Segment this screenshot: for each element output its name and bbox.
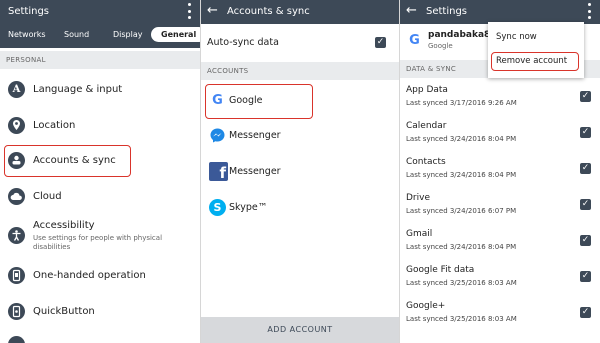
- menu-item-sync-now[interactable]: Sync now: [496, 32, 537, 42]
- sync-checkbox[interactable]: ✓: [580, 271, 591, 282]
- sync-item-title: Google Fit data: [406, 265, 475, 275]
- sync-item-last-synced: Last synced 3/24/2016 8:04 PM: [406, 243, 517, 251]
- settings-item-location[interactable]: Location: [0, 113, 200, 139]
- settings-tabs: Networks Sound Display General: [0, 24, 200, 48]
- settings-item-accounts-sync[interactable]: Accounts & sync: [0, 148, 200, 174]
- sync-item-google-fit[interactable]: Google Fit data Last synced 3/25/2016 8:…: [400, 262, 600, 296]
- account-google[interactable]: G Google: [201, 88, 399, 114]
- account-sync-detail-panel: ← Settings G pandabaka8 Google DATA & SY…: [400, 0, 600, 343]
- sync-item-last-synced: Last synced 3/24/2016 6:07 PM: [406, 207, 517, 215]
- more-options-icon[interactable]: [588, 3, 592, 19]
- section-header-accounts: ACCOUNTS: [201, 62, 399, 80]
- add-account-button[interactable]: ADD ACCOUNT: [201, 317, 399, 343]
- account-label: Google: [229, 95, 263, 106]
- settings-item-accessibility[interactable]: Accessibility Use settings for people wi…: [0, 217, 200, 263]
- sync-checkbox[interactable]: ✓: [580, 91, 591, 102]
- account-label: Messenger: [229, 166, 281, 177]
- sync-item-title: Google+: [406, 301, 446, 311]
- cloud-icon: [8, 188, 25, 205]
- settings-item-language[interactable]: A Language & input: [0, 77, 200, 103]
- auto-sync-row[interactable]: Auto-sync data ✓: [201, 28, 399, 58]
- more-options-icon[interactable]: [188, 3, 192, 19]
- section-header-personal: PERSONAL: [0, 51, 200, 69]
- account-detail-header: ← Settings: [400, 0, 600, 24]
- page-title: Accounts & sync: [227, 6, 310, 17]
- accounts-sync-panel: ← Accounts & sync Auto-sync data ✓ ACCOU…: [201, 0, 400, 343]
- settings-item-label: Cloud: [33, 191, 62, 202]
- back-arrow-icon[interactable]: ←: [207, 3, 218, 19]
- tab-general[interactable]: General: [151, 27, 200, 42]
- account-label: Messenger: [229, 130, 281, 141]
- settings-item-quickbutton[interactable]: QuickButton: [0, 299, 200, 325]
- sync-item-google-plus[interactable]: Google+ Last synced 3/25/2016 8:03 AM ✓: [400, 298, 600, 332]
- quickbutton-icon: [8, 303, 25, 320]
- facebook-icon: f: [209, 162, 228, 182]
- overflow-menu: Sync now Remove account: [488, 22, 584, 78]
- sync-item-title: Calendar: [406, 121, 447, 131]
- google-icon: G: [409, 33, 420, 48]
- settings-item-label: Accounts & sync: [33, 155, 116, 166]
- settings-item-description: Use settings for people with physical di…: [33, 234, 163, 251]
- menu-item-remove-account[interactable]: Remove account: [496, 56, 567, 66]
- settings-item-cloud[interactable]: Cloud: [0, 184, 200, 210]
- tab-display[interactable]: Display: [113, 30, 143, 39]
- sync-checkbox[interactable]: ✓: [580, 235, 591, 246]
- sync-item-app-data[interactable]: App Data Last synced 3/17/2016 9:26 AM ✓: [400, 82, 600, 116]
- sync-checkbox[interactable]: ✓: [580, 163, 591, 174]
- account-name: pandabaka8: [428, 30, 491, 40]
- tab-networks[interactable]: Networks: [8, 30, 46, 39]
- sync-item-calendar[interactable]: Calendar Last synced 3/24/2016 8:04 PM ✓: [400, 118, 600, 152]
- sync-item-title: Gmail: [406, 229, 433, 239]
- page-title: Settings: [8, 6, 50, 17]
- settings-item-label: Language & input: [33, 84, 123, 95]
- sync-checkbox[interactable]: ✓: [580, 199, 591, 210]
- sync-item-contacts[interactable]: Contacts Last synced 3/24/2016 8:04 PM ✓: [400, 154, 600, 188]
- language-icon: A: [8, 81, 25, 98]
- sync-checkbox[interactable]: ✓: [580, 127, 591, 138]
- sync-item-last-synced: Last synced 3/24/2016 8:04 PM: [406, 171, 517, 179]
- location-pin-icon: [8, 117, 25, 134]
- account-type: Google: [428, 42, 453, 50]
- account-skype[interactable]: S Skype™: [201, 195, 399, 221]
- settings-item-label: Location: [33, 120, 76, 131]
- tab-sound[interactable]: Sound: [64, 30, 89, 39]
- accounts-sync-header: ← Accounts & sync: [201, 0, 399, 24]
- messenger-icon: [209, 127, 226, 144]
- skype-icon: S: [209, 199, 226, 216]
- sync-item-last-synced: Last synced 3/25/2016 8:03 AM: [406, 315, 517, 323]
- page-title: Settings: [426, 6, 468, 17]
- auto-sync-checkbox[interactable]: ✓: [375, 37, 386, 48]
- sync-item-gmail[interactable]: Gmail Last synced 3/24/2016 8:04 PM ✓: [400, 226, 600, 260]
- google-icon: G: [212, 93, 223, 108]
- settings-item-one-handed[interactable]: One-handed operation: [0, 263, 200, 289]
- sync-item-last-synced: Last synced 3/17/2016 9:26 AM: [406, 99, 517, 107]
- sync-item-title: Contacts: [406, 157, 446, 167]
- back-arrow-icon[interactable]: ←: [406, 3, 417, 19]
- partial-icon: [8, 336, 25, 343]
- sync-item-title: App Data: [406, 85, 448, 95]
- account-messenger[interactable]: Messenger: [201, 123, 399, 149]
- settings-item-label: QuickButton: [33, 306, 95, 317]
- settings-header: Settings: [0, 0, 200, 24]
- settings-panel: Settings Networks Sound Display General …: [0, 0, 201, 343]
- settings-item-partial: [0, 334, 200, 343]
- sync-checkbox[interactable]: ✓: [580, 307, 591, 318]
- sync-item-drive[interactable]: Drive Last synced 3/24/2016 6:07 PM ✓: [400, 190, 600, 224]
- account-label: Skype™: [229, 202, 268, 213]
- sync-item-last-synced: Last synced 3/25/2016 8:03 AM: [406, 279, 517, 287]
- account-facebook-messenger[interactable]: f Messenger: [201, 159, 399, 185]
- auto-sync-label: Auto-sync data: [207, 37, 279, 48]
- settings-item-label: Accessibility: [33, 220, 95, 231]
- one-hand-icon: [8, 267, 25, 284]
- settings-item-label: One-handed operation: [33, 270, 146, 281]
- accounts-icon: [8, 152, 25, 169]
- accessibility-icon: [8, 227, 25, 244]
- sync-item-title: Drive: [406, 193, 430, 203]
- sync-item-last-synced: Last synced 3/24/2016 8:04 PM: [406, 135, 517, 143]
